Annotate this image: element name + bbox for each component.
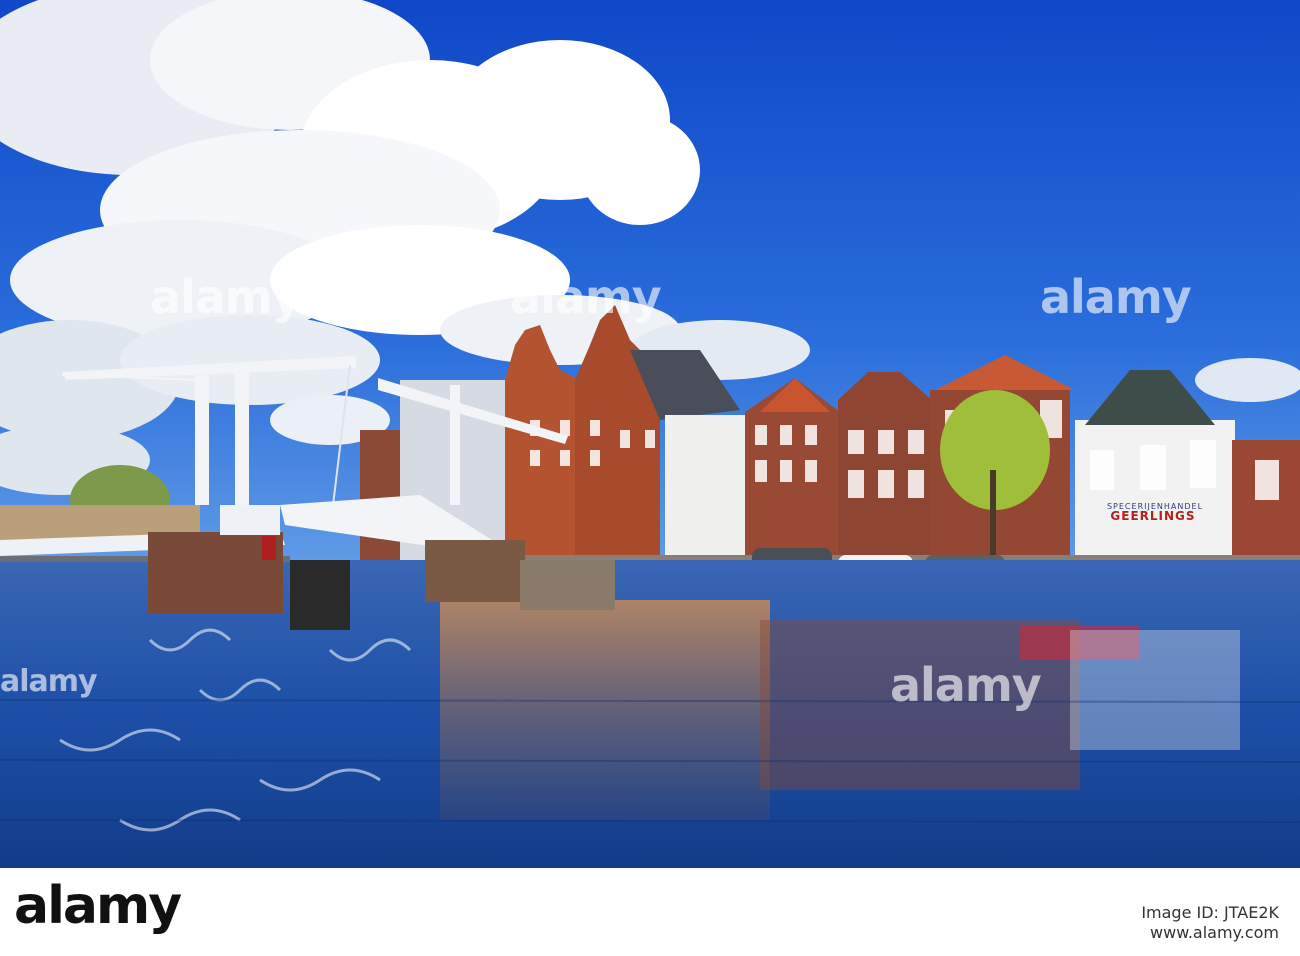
site-url: www.alamy.com (1150, 923, 1279, 942)
footer-logo: alamy (14, 876, 182, 936)
image-id: Image ID: JTAE2K (1141, 903, 1279, 922)
photo-scene: alamy alamy alamy alamy alamy SPECERIJEN… (0, 0, 1300, 956)
canal-photo (0, 0, 1300, 868)
footer-image-info: Image ID: JTAE2K www.alamy.com (1079, 903, 1279, 943)
shop-sign: GEERLINGS (1110, 509, 1196, 523)
